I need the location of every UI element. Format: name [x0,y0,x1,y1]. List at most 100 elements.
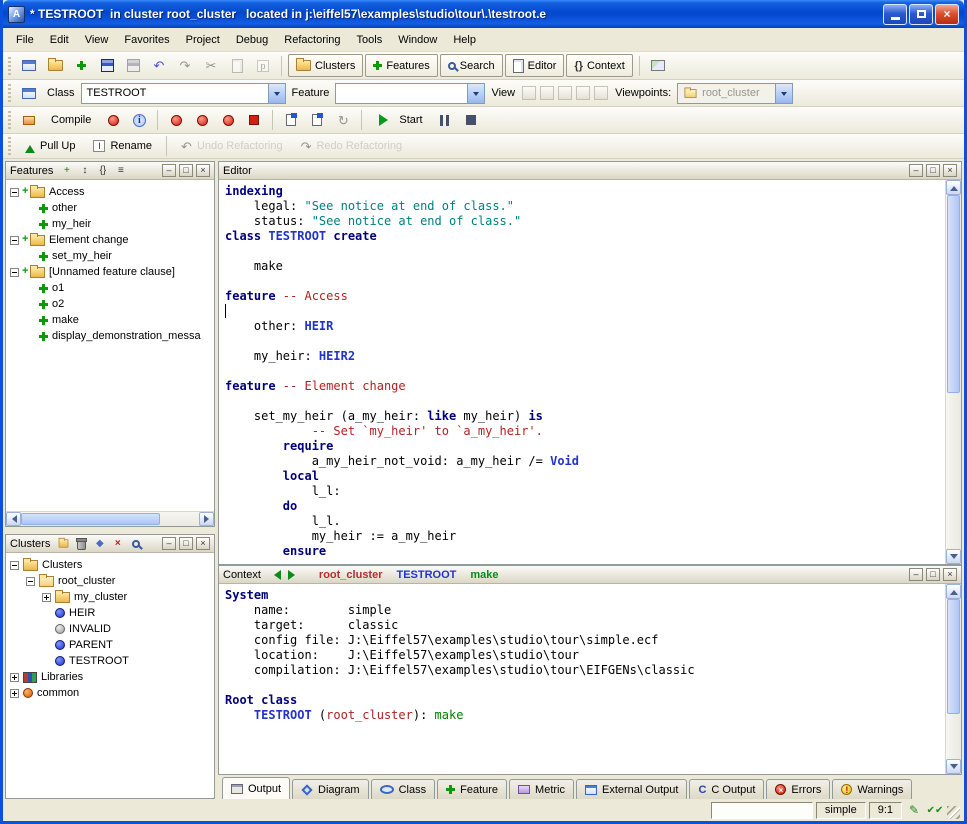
scrollbar-thumb[interactable] [947,195,960,393]
editor-vertical-scrollbar[interactable] [945,180,961,564]
menu-debug[interactable]: Debug [228,30,276,50]
precompile-button[interactable] [216,109,240,132]
scroll-up-button[interactable] [946,584,961,599]
toggle-editor-tool[interactable]: Editor [505,54,565,77]
minimize-button[interactable] [883,4,907,25]
tree-item-display-demonstration-messa[interactable]: display_demonstration_messa [6,328,214,344]
menu-favorites[interactable]: Favorites [116,30,177,50]
compile-info-button[interactable]: i [127,109,151,132]
copy-button[interactable] [225,54,249,77]
tab-external-output[interactable]: External Output [576,779,687,799]
pane-minimize-button[interactable]: – [162,537,176,550]
tab-feature[interactable]: Feature [437,779,507,799]
paste-button[interactable]: p [251,54,275,77]
editor-code[interactable]: indexing legal: "See notice at end of cl… [219,180,945,564]
open-file-button[interactable] [43,54,67,77]
scroll-right-button[interactable] [199,512,214,526]
tree-item-clusters[interactable]: Clusters [6,557,214,573]
menu-view[interactable]: View [77,30,117,50]
pause-button[interactable] [433,109,457,132]
freeze-button[interactable] [164,109,188,132]
finalize-button[interactable] [190,109,214,132]
tree-item-libraries[interactable]: Libraries [6,669,214,685]
save-all-button[interactable] [121,54,145,77]
rename-button[interactable]: I Rename [85,135,160,158]
pane-close-button[interactable]: × [196,164,210,177]
viewpoints-combo-dropdown-button[interactable] [775,84,792,103]
menu-tools[interactable]: Tools [349,30,391,50]
diagram-tool-button[interactable] [646,54,670,77]
collapse-icon[interactable] [10,188,19,197]
melt-button[interactable] [101,109,125,132]
tree-item-element-change[interactable]: Element change [6,232,214,248]
tree-item--unnamed-feature-clause-[interactable]: [Unnamed feature clause] [6,264,214,280]
tab-class[interactable]: Class [371,779,436,799]
breadcrumb-make[interactable]: make [470,569,498,581]
cancel-compile-button[interactable] [242,109,266,132]
toolbar-grip[interactable] [8,111,11,129]
pane-minimize-button[interactable]: – [162,164,176,177]
scroll-left-button[interactable] [6,512,21,526]
class-combo-dropdown-button[interactable] [268,84,285,103]
viewpoints-combo[interactable]: root_cluster [677,83,793,104]
toggle-features-tool[interactable]: Features [365,54,437,77]
tab-output[interactable]: Output [222,777,290,799]
tree-item-my-cluster[interactable]: my_cluster [6,589,214,605]
features-horizontal-scrollbar[interactable] [6,511,214,526]
edit-mode-button[interactable]: ✎ [905,802,923,818]
feature-combo-dropdown-button[interactable] [467,84,484,103]
scrollbar-track[interactable] [946,599,961,759]
redo-refactoring-button[interactable]: ↷ Redo Refactoring [293,135,411,158]
signature-icon[interactable]: {} [95,164,110,178]
tree-item-make[interactable]: make [6,312,214,328]
stop-button[interactable] [459,109,483,132]
tree-item-my-heir[interactable]: my_heir [6,216,214,232]
toolbar-grip[interactable] [8,137,11,155]
toggle-context-tool[interactable]: {} Context [566,54,632,77]
toggle-clusters-tool[interactable]: Clusters [288,54,363,77]
flat-view-icon[interactable] [576,86,590,100]
title-bar[interactable]: A * TESTROOT in cluster root_cluster loc… [3,0,964,28]
feature-combo[interactable] [335,83,485,104]
tab-metric[interactable]: Metric [509,779,574,799]
pane-minimize-button[interactable]: – [909,164,923,177]
history-forward-icon[interactable] [288,570,300,580]
collapse-icon[interactable] [10,268,19,277]
diagram-view-icon[interactable]: ◆ [92,537,107,551]
add-cluster-button[interactable] [56,537,71,551]
tab-diagram[interactable]: Diagram [292,779,369,799]
redo-button[interactable]: ↷ [173,54,197,77]
scrollbar-thumb[interactable] [21,513,160,525]
pane-maximize-button[interactable]: □ [179,537,193,550]
tree-item-o1[interactable]: o1 [6,280,214,296]
context-code[interactable]: System name: simple target: classic conf… [219,584,945,774]
scroll-down-button[interactable] [946,549,961,564]
pull-up-button[interactable]: Pull Up [17,135,83,158]
new-item-button[interactable] [69,54,93,77]
expand-icon[interactable] [10,689,19,698]
scroll-down-button[interactable] [946,759,961,774]
class-combo[interactable]: TESTROOT [81,83,286,104]
menu-refactoring[interactable]: Refactoring [276,30,348,50]
expand-icon[interactable] [10,673,19,682]
pane-maximize-button[interactable]: □ [926,568,940,581]
menu-help[interactable]: Help [445,30,484,50]
expand-all-icon[interactable]: + [59,164,74,178]
tree-item-parent[interactable]: PARENT [6,637,214,653]
refresh-button[interactable]: ↻ [331,109,355,132]
toolbar-grip[interactable] [8,84,11,102]
toolbar-grip[interactable] [8,57,11,75]
scrollbar-track[interactable] [21,512,199,526]
tab-errors[interactable]: ×Errors [766,779,830,799]
list-view-icon[interactable]: ≡ [113,164,128,178]
tab-c-output[interactable]: CC Output [689,779,764,799]
restore-button[interactable] [909,4,933,25]
tab-warnings[interactable]: !Warnings [832,779,912,799]
clickable-view-icon[interactable] [540,86,554,100]
sort-updown-icon[interactable]: ↕ [77,164,92,178]
finalized-run-button[interactable] [305,109,329,132]
contract-view-icon[interactable] [558,86,572,100]
tree-item-other[interactable]: other [6,200,214,216]
history-back-icon[interactable] [269,570,281,580]
project-settings-button[interactable] [17,109,41,132]
